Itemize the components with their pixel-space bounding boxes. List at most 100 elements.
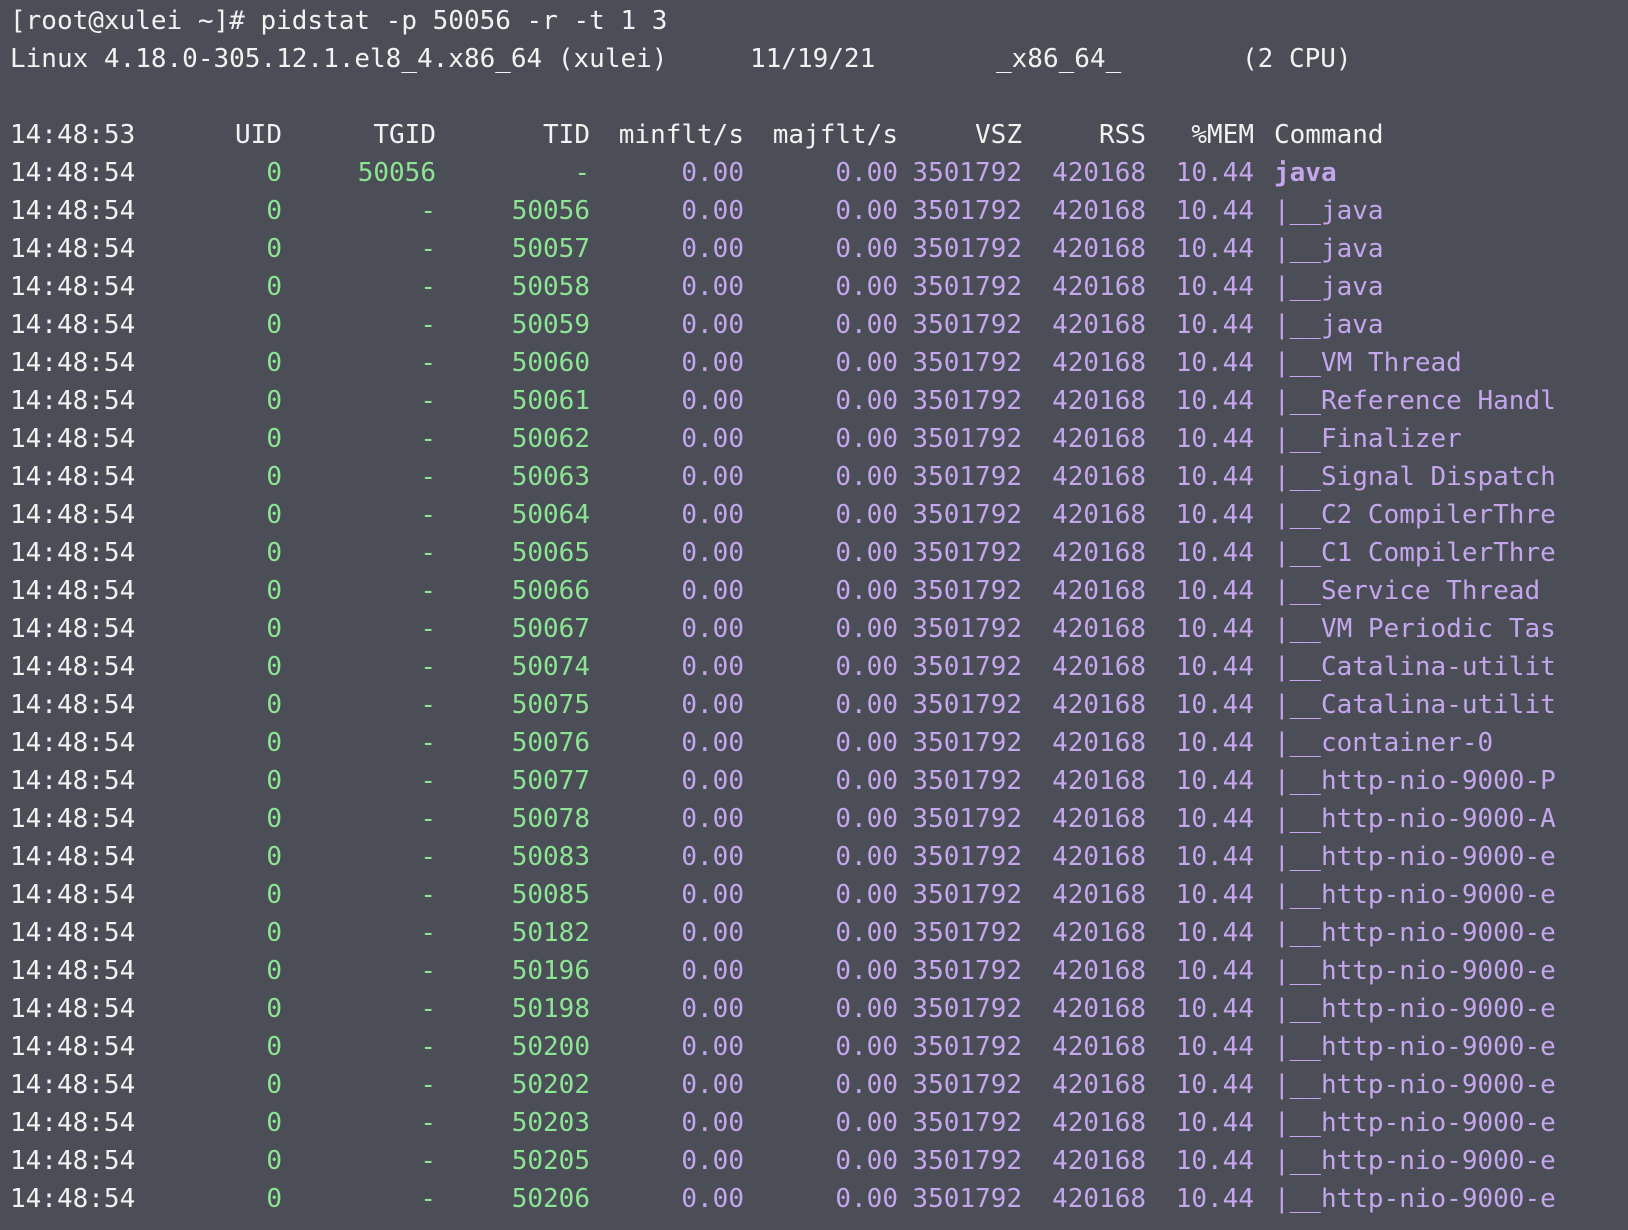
cell-tid: 50205 xyxy=(511,1146,590,1176)
cell-minflt: 0.00 xyxy=(681,1146,744,1176)
cell-mem: 10.44 xyxy=(1175,500,1254,530)
cell-minflt: 0.00 xyxy=(681,994,744,1024)
table-row: 14:48:54 0 50056 - 0.00 0.00 3501792 420168 10.4… xyxy=(10,154,1628,192)
cell-rss: 420168 xyxy=(1052,994,1146,1024)
cell-mem: 10.44 xyxy=(1175,462,1254,492)
cell-mem: 10.44 xyxy=(1175,1108,1254,1138)
cell-majflt: 0.00 xyxy=(835,500,898,530)
cell-command: |__http-nio-9000-e xyxy=(1274,1032,1556,1062)
cell-rss: 420168 xyxy=(1052,956,1146,986)
cell-mem: 10.44 xyxy=(1175,690,1254,720)
cell-minflt: 0.00 xyxy=(681,158,744,188)
cell-mem: 10.44 xyxy=(1175,1070,1254,1100)
cell-tid: 50056 xyxy=(511,196,590,226)
cell-time: 14:48:54 xyxy=(10,1184,136,1214)
cell-vsz: 3501792 xyxy=(912,842,1022,872)
cell-vsz: 3501792 xyxy=(912,576,1022,606)
cell-time: 14:48:54 xyxy=(10,728,136,758)
table-row: 14:48:54 0 - 50205 0.00 0.00 3501792 420168 10.4… xyxy=(10,1142,1628,1180)
cell-mem: 10.44 xyxy=(1175,956,1254,986)
cell-mem: 10.44 xyxy=(1175,728,1254,758)
cell-vsz: 3501792 xyxy=(912,1108,1022,1138)
table-row: 14:48:54 0 - 50206 0.00 0.00 3501792 420168 10.4… xyxy=(10,1180,1628,1218)
cell-mem: 10.44 xyxy=(1175,348,1254,378)
cell-minflt: 0.00 xyxy=(681,424,744,454)
cell-tgid: - xyxy=(420,956,436,986)
table-row: 14:48:54 0 - 50066 0.00 0.00 3501792 420168 10.4… xyxy=(10,572,1628,610)
cell-rss: 420168 xyxy=(1052,1184,1146,1214)
table-row: 14:48:54 0 - 50078 0.00 0.00 3501792 420168 10.4… xyxy=(10,800,1628,838)
cell-command: |__Catalina-utilit xyxy=(1274,690,1556,720)
cell-time: 14:48:54 xyxy=(10,538,136,568)
cell-minflt: 0.00 xyxy=(681,690,744,720)
table-row: 14:48:54 0 - 50203 0.00 0.00 3501792 420168 10.4… xyxy=(10,1104,1628,1142)
table-row: 14:48:54 0 - 50076 0.00 0.00 3501792 420168 10.4… xyxy=(10,724,1628,762)
cell-minflt: 0.00 xyxy=(681,1032,744,1062)
cell-command: |__container-0 xyxy=(1274,728,1494,758)
cell-uid: 0 xyxy=(266,310,282,340)
cell-mem: 10.44 xyxy=(1175,158,1254,188)
cell-mem: 10.44 xyxy=(1175,614,1254,644)
cell-majflt: 0.00 xyxy=(835,880,898,910)
cell-mem: 10.44 xyxy=(1175,766,1254,796)
header-time: 14:48:53 xyxy=(10,120,136,150)
cell-vsz: 3501792 xyxy=(912,690,1022,720)
cell-uid: 0 xyxy=(266,842,282,872)
cell-minflt: 0.00 xyxy=(681,1184,744,1214)
cell-mem: 10.44 xyxy=(1175,272,1254,302)
cell-majflt: 0.00 xyxy=(835,424,898,454)
cell-rss: 420168 xyxy=(1052,462,1146,492)
cell-tid: 50200 xyxy=(511,1032,590,1062)
cell-mem: 10.44 xyxy=(1175,652,1254,682)
cell-tgid: - xyxy=(420,994,436,1024)
cell-tgid: - xyxy=(420,1184,436,1214)
cell-majflt: 0.00 xyxy=(835,234,898,264)
cell-minflt: 0.00 xyxy=(681,880,744,910)
cell-command: |__Signal Dispatch xyxy=(1274,462,1556,492)
cell-uid: 0 xyxy=(266,652,282,682)
cell-time: 14:48:54 xyxy=(10,576,136,606)
table-row: 14:48:54 0 - 50063 0.00 0.00 3501792 420168 10.4… xyxy=(10,458,1628,496)
terminal-window[interactable]: [root@xulei ~]# pidstat -p 50056 -r -t 1… xyxy=(0,0,1628,1230)
cell-tgid: - xyxy=(420,842,436,872)
cell-minflt: 0.00 xyxy=(681,842,744,872)
cell-tgid: - xyxy=(420,234,436,264)
cell-command: |__Finalizer xyxy=(1274,424,1462,454)
cell-rss: 420168 xyxy=(1052,538,1146,568)
cell-tid: 50075 xyxy=(511,690,590,720)
cell-majflt: 0.00 xyxy=(835,994,898,1024)
cell-majflt: 0.00 xyxy=(835,158,898,188)
cell-command: java xyxy=(1274,158,1337,188)
cell-command: |__C1 CompilerThre xyxy=(1274,538,1556,568)
cell-command: |__C2 CompilerThre xyxy=(1274,500,1556,530)
cell-rss: 420168 xyxy=(1052,728,1146,758)
cell-majflt: 0.00 xyxy=(835,918,898,948)
cell-tid: 50067 xyxy=(511,614,590,644)
cell-rss: 420168 xyxy=(1052,1032,1146,1062)
cell-mem: 10.44 xyxy=(1175,538,1254,568)
cell-minflt: 0.00 xyxy=(681,652,744,682)
cell-tid: 50206 xyxy=(511,1184,590,1214)
cell-vsz: 3501792 xyxy=(912,272,1022,302)
cell-minflt: 0.00 xyxy=(681,1108,744,1138)
cell-tid: 50066 xyxy=(511,576,590,606)
cell-uid: 0 xyxy=(266,158,282,188)
table-row: 14:48:54 0 - 50198 0.00 0.00 3501792 420168 10.4… xyxy=(10,990,1628,1028)
cell-rss: 420168 xyxy=(1052,272,1146,302)
cell-majflt: 0.00 xyxy=(835,538,898,568)
table-row: 14:48:54 0 - 50058 0.00 0.00 3501792 420168 10.4… xyxy=(10,268,1628,306)
cell-majflt: 0.00 xyxy=(835,728,898,758)
cell-mem: 10.44 xyxy=(1175,804,1254,834)
cell-rss: 420168 xyxy=(1052,386,1146,416)
cell-uid: 0 xyxy=(266,994,282,1024)
cell-uid: 0 xyxy=(266,234,282,264)
cell-majflt: 0.00 xyxy=(835,804,898,834)
cell-rss: 420168 xyxy=(1052,614,1146,644)
cell-rss: 420168 xyxy=(1052,804,1146,834)
table-row: 14:48:54 0 - 50077 0.00 0.00 3501792 420168 10.4… xyxy=(10,762,1628,800)
cell-tgid: - xyxy=(420,1070,436,1100)
cell-majflt: 0.00 xyxy=(835,1146,898,1176)
cell-majflt: 0.00 xyxy=(835,1184,898,1214)
cell-rss: 420168 xyxy=(1052,1108,1146,1138)
cell-tgid: - xyxy=(420,462,436,492)
